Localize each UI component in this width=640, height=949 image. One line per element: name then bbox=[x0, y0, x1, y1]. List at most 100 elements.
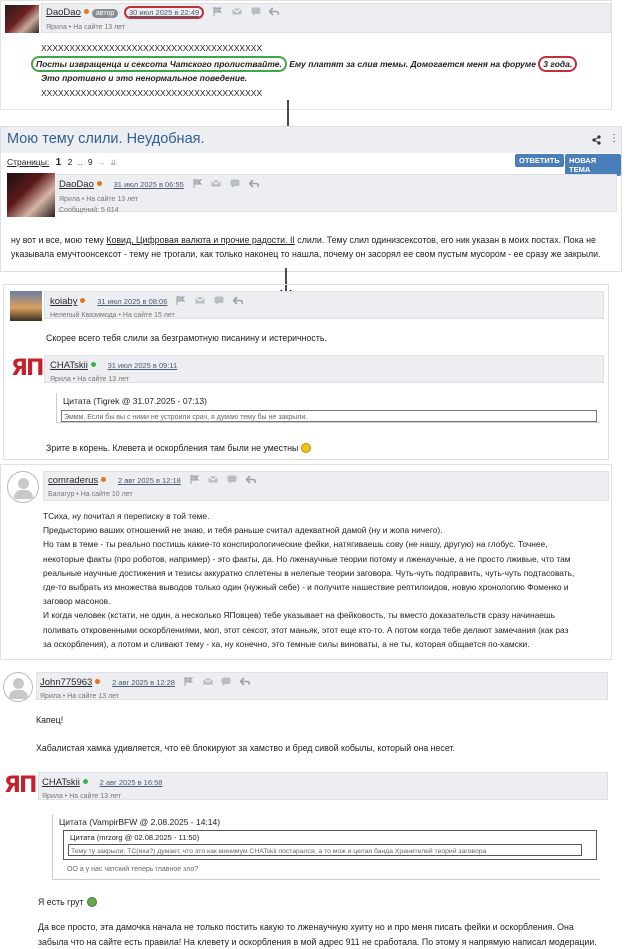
avatar[interactable]: ЯП bbox=[3, 772, 37, 802]
avatar[interactable] bbox=[10, 291, 42, 321]
author-badge: автор bbox=[91, 9, 119, 18]
last-page-icon[interactable]: ⇊ bbox=[110, 160, 116, 167]
post-date[interactable]: 2 авг 2025 в 12:28 bbox=[112, 678, 175, 687]
post-5: comraderus 2 авг 2025 в 12:18 Балагур • … bbox=[0, 464, 612, 660]
post-line: за оскорбления), а потом и сливают тему … bbox=[43, 638, 530, 649]
user-rank: Ярила bbox=[42, 793, 63, 800]
post-text-2: Хабалистая хамка удивляется, что её блок… bbox=[36, 743, 455, 753]
reply-icon[interactable] bbox=[232, 296, 243, 305]
post-date[interactable]: 31 июл 2025 в 09:11 bbox=[108, 361, 178, 370]
username[interactable]: CHATskii bbox=[50, 360, 88, 371]
smiley-icon bbox=[301, 443, 312, 453]
post-text: Капец! bbox=[36, 715, 64, 725]
mail-icon[interactable] bbox=[195, 296, 205, 305]
post-line: И когда человек (кстати, не один, а неск… bbox=[43, 610, 555, 621]
page-dots: .. bbox=[77, 157, 83, 167]
flag-icon[interactable] bbox=[184, 677, 194, 686]
member-since: На сайте 13 лет bbox=[86, 196, 139, 203]
inner-quote-header: Цитата (mrzorg @ 02.08.2025 - 11:50) bbox=[70, 833, 200, 842]
avatar[interactable] bbox=[7, 471, 39, 503]
post-text-cont: слили. Тему слил одинизсексотов, его ник… bbox=[294, 235, 596, 245]
post-date[interactable]: 31 июл 2025 в 08:06 bbox=[97, 297, 167, 306]
user-rank: Ярила bbox=[46, 24, 67, 31]
username[interactable]: John775963 bbox=[40, 677, 92, 688]
page-link-last[interactable]: 9 bbox=[88, 157, 93, 167]
post-date[interactable]: 2 авг 2025 в 12:18 bbox=[118, 476, 181, 485]
topic-link[interactable]: Ковид, Цифровая валюта и прочие радости.… bbox=[106, 235, 295, 245]
online-indicator bbox=[95, 679, 101, 684]
post-line: ТСиха, ну почитал я переписку в той теме… bbox=[43, 511, 210, 521]
quote-icon[interactable] bbox=[227, 475, 237, 484]
share-icon[interactable] bbox=[592, 135, 601, 145]
member-since: На сайте 13 лет bbox=[69, 793, 122, 800]
mail-icon[interactable] bbox=[211, 179, 222, 188]
member-since: На сайте 13 лет bbox=[77, 376, 130, 383]
quote-block: Цитата (VampirBFW @ 2.08.2025 - 14:14) Ц… bbox=[52, 814, 600, 880]
mail-icon[interactable] bbox=[208, 475, 219, 484]
avatar[interactable]: ЯП bbox=[10, 355, 44, 385]
quote-icon[interactable] bbox=[214, 296, 224, 305]
inner-quote-text: Тему ту закрыли. ТС(иха?) думает, что эт… bbox=[71, 848, 487, 855]
inner-quote-text-box: Тему ту закрыли. ТС(иха?) думает, что эт… bbox=[68, 844, 582, 856]
post-6: John775963 2 авг 2025 в 12:28 Ярила • На… bbox=[0, 668, 612, 760]
avatar[interactable] bbox=[3, 672, 33, 702]
topic-title: Мою тему слили. Неудобная. bbox=[7, 131, 205, 147]
username[interactable]: DaoDao bbox=[59, 179, 94, 190]
username[interactable]: comraderus bbox=[48, 475, 98, 486]
quote-text-box: Эммм. Если бы вы с ними не устроили срач… bbox=[61, 410, 597, 422]
reply-button[interactable]: ОТВЕТИТЬ bbox=[515, 154, 564, 167]
post-line: заговор масонов. bbox=[43, 596, 111, 607]
circled-text-2: 3 года. bbox=[538, 56, 578, 72]
mail-icon[interactable] bbox=[202, 677, 213, 686]
x-line-2: XXXXXXXXXXXXXXXXXXXXXXXXXXXXXXXXXXXXXXX bbox=[41, 88, 263, 98]
online-indicator bbox=[96, 181, 102, 186]
quote-block: Цитата (Tigrek @ 31.07.2025 - 07:13) Эмм… bbox=[56, 393, 600, 423]
quote-header: Цитата (VampirBFW @ 2.08.2025 - 14:14) bbox=[59, 817, 221, 827]
flag-icon[interactable] bbox=[176, 296, 186, 305]
menu-icon[interactable]: ⋮ bbox=[609, 133, 619, 144]
reply-icon[interactable] bbox=[269, 7, 280, 16]
post-date[interactable]: 31 июл 2025 в 06:55 bbox=[114, 180, 184, 189]
inner-quote-block: Цитата (mrzorg @ 02.08.2025 - 11:50) Тем… bbox=[63, 830, 597, 860]
post-line: Предысторию ваших отношений не знаю, и т… bbox=[43, 525, 443, 536]
page-link[interactable]: 2 bbox=[68, 157, 73, 167]
post-text-3: забыла что на сайте есть правила! На кле… bbox=[38, 937, 597, 947]
post-text: ну вот и все, мою тему bbox=[11, 235, 107, 245]
post-date[interactable]: 30 июл 2025 в 22:49 bbox=[124, 6, 205, 19]
next-page-icon[interactable]: → bbox=[98, 160, 105, 167]
post-text-2: Да все просто, эта дамочка начала не тол… bbox=[38, 922, 574, 932]
topic-panel: Мою тему слили. Неудобная. ⋮ Страницы: 1… bbox=[0, 126, 622, 272]
online-indicator bbox=[80, 298, 86, 303]
quote-icon[interactable] bbox=[251, 7, 261, 16]
quote-header: Цитата (Tigrek @ 31.07.2025 - 07:13) bbox=[63, 396, 207, 406]
quote-icon[interactable] bbox=[221, 677, 231, 686]
quote-text: ОО а у нас чатский теперь главное зло? bbox=[67, 866, 199, 873]
user-rank: Ярила bbox=[59, 196, 80, 203]
flag-icon[interactable] bbox=[193, 179, 203, 188]
avatar[interactable] bbox=[7, 173, 55, 217]
username[interactable]: koiaby bbox=[50, 296, 77, 307]
online-indicator bbox=[82, 779, 88, 784]
post-text-line-2: указывала емучтоонсексот - тему не трога… bbox=[11, 249, 601, 259]
post-date[interactable]: 2 авг 2025 в 16:58 bbox=[100, 778, 163, 787]
online-indicator bbox=[90, 362, 96, 367]
reply-icon[interactable] bbox=[240, 677, 251, 686]
online-indicator bbox=[101, 477, 107, 482]
new-topic-button[interactable]: НОВАЯ ТЕМА bbox=[565, 154, 621, 176]
username[interactable]: CHATskii bbox=[42, 777, 80, 788]
reply-icon[interactable] bbox=[245, 475, 256, 484]
flag-icon[interactable] bbox=[190, 475, 200, 484]
tree-smiley-icon bbox=[86, 897, 97, 907]
post-line: поливать откровенными оскорблениями, мол… bbox=[43, 624, 569, 635]
post-text: Я есть грут bbox=[38, 897, 84, 907]
post-line: где-то выбрать из множества выводов толь… bbox=[43, 582, 569, 593]
post-body: ТСиха, ну почитал я переписку в той теме… bbox=[43, 509, 609, 651]
quote-icon[interactable] bbox=[230, 179, 240, 188]
username[interactable]: DaoDao bbox=[46, 7, 81, 18]
flag-icon[interactable] bbox=[213, 7, 223, 16]
post-line: некоторые факты (про роботов, например) … bbox=[43, 553, 571, 564]
mail-icon[interactable] bbox=[231, 7, 242, 16]
reply-icon[interactable] bbox=[248, 179, 259, 188]
avatar[interactable] bbox=[5, 5, 39, 33]
user-rank: Ярила bbox=[50, 376, 71, 383]
